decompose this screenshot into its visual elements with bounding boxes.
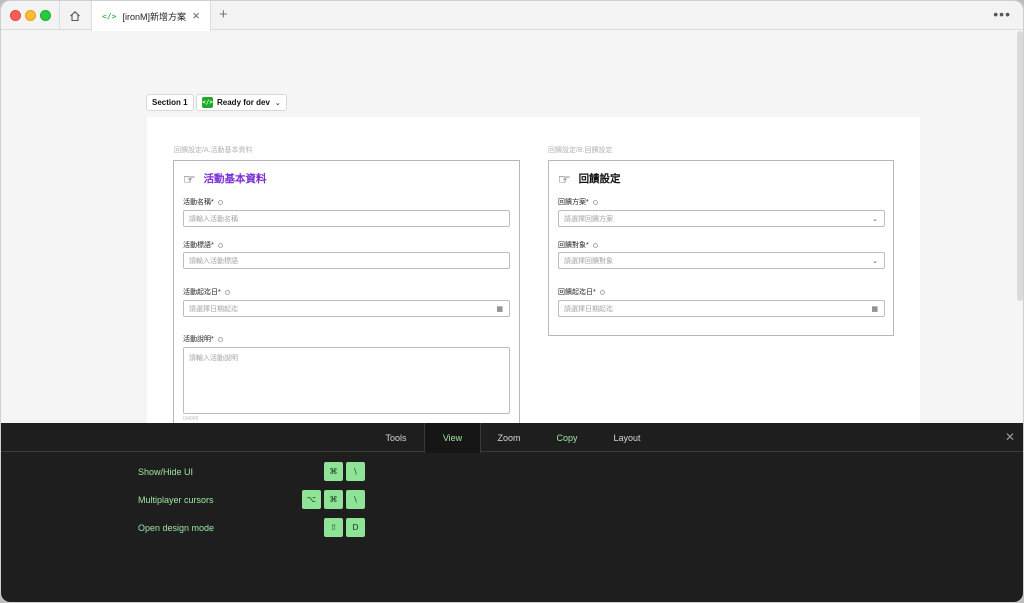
key-cap: ⌘	[324, 462, 343, 481]
char-counter: 0/4000	[183, 416, 199, 422]
info-icon	[224, 289, 230, 295]
calendar-icon: ▦	[496, 306, 503, 313]
key-cap: ⌥	[302, 490, 321, 509]
code-icon: </>	[102, 11, 117, 21]
info-icon	[592, 242, 598, 248]
activity-slogan-input[interactable]: 請輸入活動標語	[183, 252, 510, 269]
field-label: 活動標語*	[183, 240, 223, 250]
pointing-hand-icon: ☞	[558, 170, 571, 187]
activity-info-panel: ☞ 活動基本資料 活動名稱* 請輸入活動名稱 活動標語* 請輸入活動標語 活動起…	[173, 160, 520, 450]
design-frame[interactable]: 回饋設定/A.活動基本資料 ☞ 活動基本資料 活動名稱* 請輸入活動名稱 活動標…	[147, 117, 920, 450]
shortcuts-panel: Tools View Zoom Copy Layout ✕ Show/Hide …	[1, 423, 1023, 602]
feedback-target-select[interactable]: 請選擇回饋對象 ⌄	[558, 252, 885, 269]
add-tab-icon[interactable]: +	[219, 7, 228, 22]
app-window: </> [ironM]新增方案 × + ••• Section 1 </> Re…	[0, 0, 1024, 603]
key-cap: ⌘	[324, 490, 343, 509]
minimize-window-button[interactable]	[25, 10, 36, 21]
status-dropdown[interactable]: </> Ready for dev ⌄	[196, 94, 287, 111]
shortcut-label: Open design mode	[138, 523, 215, 533]
right-breadcrumb: 回饋設定/B.回饋設定	[548, 147, 613, 154]
calendar-icon: ▦	[871, 306, 878, 313]
chevron-down-icon: ⌄	[274, 99, 281, 107]
field-label: 活動名稱*	[183, 197, 223, 207]
key-cap: \	[346, 462, 365, 481]
field-label: 回饋對象*	[558, 240, 598, 250]
status-label: Ready for dev	[217, 98, 270, 107]
feedback-date-range-input[interactable]: 請選擇日期起迄 ▦	[558, 300, 885, 317]
info-icon	[217, 336, 223, 342]
code-icon: </>	[202, 97, 213, 108]
home-icon	[70, 11, 80, 22]
more-menu-icon[interactable]: •••	[993, 7, 1011, 21]
title-bar: </> [ironM]新增方案 × + •••	[1, 1, 1023, 31]
panel-title: 活動基本資料	[203, 173, 267, 185]
section-label: Section 1	[152, 98, 188, 107]
maximize-window-button[interactable]	[40, 10, 51, 21]
activity-name-input[interactable]: 請輸入活動名稱	[183, 210, 510, 227]
left-breadcrumb: 回饋設定/A.活動基本資料	[174, 147, 253, 154]
divider	[59, 1, 60, 30]
tab-layout[interactable]: Layout	[604, 423, 650, 452]
info-icon	[592, 199, 598, 205]
pointing-hand-icon: ☞	[183, 170, 196, 187]
info-icon	[217, 242, 223, 248]
field-label: 回饋起迄日*	[558, 287, 605, 297]
shortcut-label: Multiplayer cursors	[138, 495, 214, 505]
chevron-down-icon: ⌄	[872, 216, 878, 223]
section-chip[interactable]: Section 1	[146, 94, 194, 111]
panel-title: 回饋設定	[578, 173, 621, 185]
activity-date-range-input[interactable]: 請選擇日期起迄 ▦	[183, 300, 510, 317]
info-icon	[599, 289, 605, 295]
tab-zoom[interactable]: Zoom	[487, 423, 531, 452]
field-label: 活動說明*	[183, 334, 223, 344]
shortcut-label: Show/Hide UI	[138, 467, 194, 477]
home-button[interactable]	[66, 7, 84, 25]
field-label: 回饋方案*	[558, 197, 598, 207]
panel-header: ☞ 活動基本資料	[183, 171, 267, 186]
activity-description-textarea[interactable]: 請輸入活動說明	[183, 347, 510, 414]
vertical-scrollbar[interactable]	[1017, 31, 1023, 301]
feedback-plan-select[interactable]: 請選擇回饋方案 ⌄	[558, 210, 885, 227]
tab-tools[interactable]: Tools	[374, 423, 418, 452]
feedback-settings-panel: ☞ 回饋設定 回饋方案* 請選擇回饋方案 ⌄ 回饋對象* 請選擇回饋對象 ⌄ 回饋起…	[548, 160, 894, 336]
tab-copy[interactable]: Copy	[545, 423, 589, 452]
key-cap: ⇧	[324, 518, 343, 537]
close-tab-icon[interactable]: ×	[192, 9, 200, 22]
key-cap: \	[346, 490, 365, 509]
field-label: 活動起迄日*	[183, 287, 230, 297]
info-icon	[217, 199, 223, 205]
chevron-down-icon: ⌄	[872, 258, 878, 265]
panel-header: ☞ 回饋設定	[558, 171, 621, 186]
tab-view[interactable]: View	[424, 423, 481, 453]
tab-title: [ironM]新增方案	[122, 11, 186, 22]
key-cap: D	[346, 518, 365, 537]
close-window-button[interactable]	[10, 10, 21, 21]
file-tab[interactable]: </> [ironM]新增方案 ×	[91, 1, 211, 31]
shortcuts-tabs: Tools View Zoom Copy Layout ✕	[1, 423, 1023, 453]
close-icon[interactable]: ✕	[1005, 431, 1015, 443]
